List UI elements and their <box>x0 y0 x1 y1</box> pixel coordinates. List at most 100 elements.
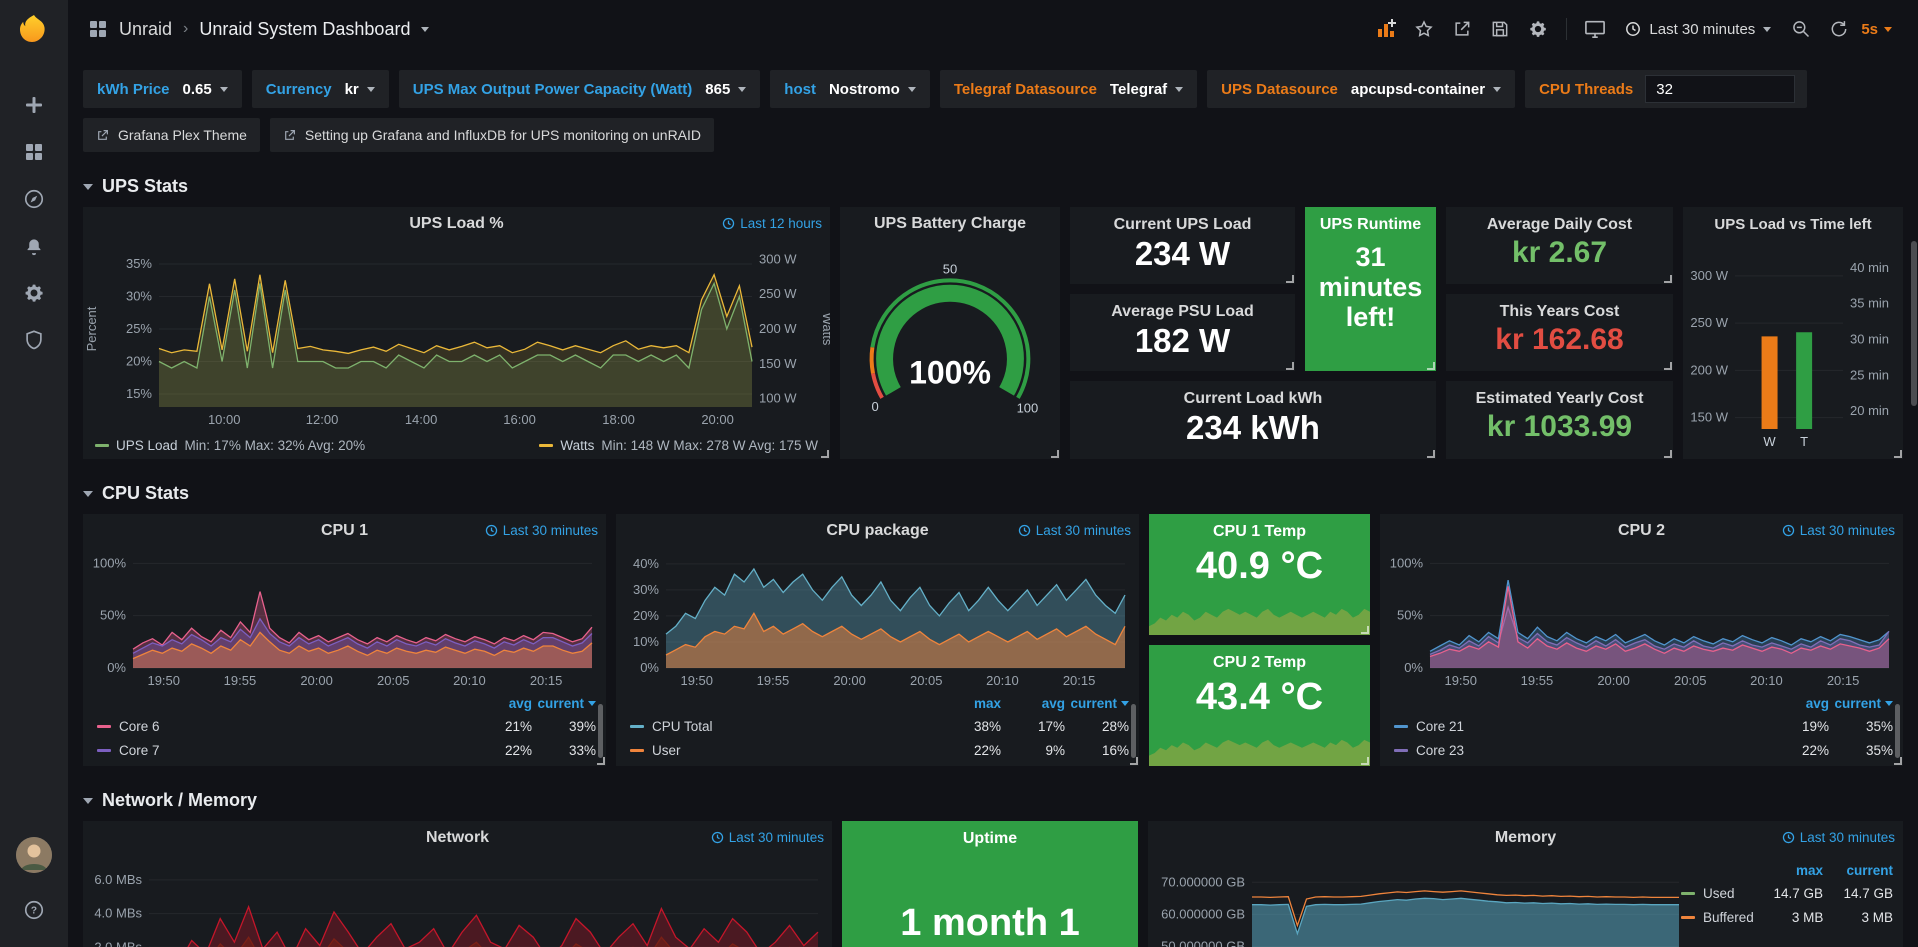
variable-value[interactable]: apcupsd-container <box>1348 81 1511 98</box>
refresh-interval-dropdown[interactable]: 5s <box>1859 21 1902 38</box>
dashboard-link[interactable]: Grafana Plex Theme <box>83 118 260 152</box>
network-chart[interactable]: 2.0 MBs4.0 MBs6.0 MBs <box>83 855 832 947</box>
panel-resize-handle[interactable] <box>1427 362 1435 370</box>
configuration-icon[interactable] <box>11 271 57 315</box>
legend-series[interactable]: Buffered3 MB3 MB <box>1681 905 1893 929</box>
panel-title[interactable]: CPU 2 Temp <box>1149 654 1370 672</box>
legend-column-current[interactable]: current <box>1823 863 1893 878</box>
variable-value[interactable]: Nostromo <box>826 81 926 98</box>
cycle-view-icon[interactable] <box>1577 12 1613 46</box>
panel-title[interactable]: Average Daily Cost <box>1446 216 1673 234</box>
alerting-icon[interactable] <box>11 224 57 268</box>
variable-kwh-price[interactable]: kWh Price0.65 <box>83 70 242 108</box>
panel-title[interactable]: UPS Load % <box>409 215 503 233</box>
variable-value[interactable]: Telegraf <box>1107 81 1193 98</box>
legend-scrollbar[interactable] <box>1895 704 1900 758</box>
panel-resize-handle[interactable] <box>821 450 829 458</box>
memory-chart[interactable]: 50.000000 GB60.000000 GB70.000000 GB <box>1148 855 1687 947</box>
dashboards-icon[interactable] <box>11 130 57 174</box>
panel-resize-handle[interactable] <box>1427 450 1435 458</box>
star-icon[interactable] <box>1406 12 1442 46</box>
legend-scrollbar[interactable] <box>1131 704 1136 758</box>
dashboard-scroll-area[interactable]: kWh Price0.65 Currencykr UPS Max Output Po… <box>68 58 1918 947</box>
legend-series[interactable]: Used14.7 GB14.7 GB <box>1681 881 1893 905</box>
panel-title[interactable]: CPU 2 <box>1618 522 1665 540</box>
panel-resize-handle[interactable] <box>1664 275 1672 283</box>
legend-column-current[interactable]: current <box>1829 696 1893 711</box>
panel-title[interactable]: Average PSU Load <box>1070 303 1295 321</box>
share-icon[interactable] <box>1444 12 1480 46</box>
help-icon[interactable]: ? <box>11 888 57 932</box>
panel-resize-handle[interactable] <box>597 757 605 765</box>
zoom-out-icon[interactable] <box>1783 12 1819 46</box>
create-icon[interactable] <box>11 83 57 127</box>
variable-telegraf-datasource[interactable]: Telegraf DatasourceTelegraf <box>940 70 1197 108</box>
save-icon[interactable] <box>1482 12 1518 46</box>
panel-title[interactable]: CPU 1 Temp <box>1149 523 1370 541</box>
load-vs-time-chart[interactable]: 150 W200 W250 W300 W20 min25 min30 min35… <box>1683 241 1903 459</box>
section-ups-stats[interactable]: UPS Stats <box>83 176 1903 197</box>
cpu1-chart[interactable]: 0%50%100%19:5019:5520:0020:0520:1020:15 <box>83 548 606 692</box>
legend-column-max[interactable]: max <box>1753 863 1823 878</box>
panel-resize-handle[interactable] <box>1894 757 1902 765</box>
legend-series[interactable]: Core 2322%35% <box>1394 738 1893 762</box>
legend-series[interactable]: UPS LoadMin: 17% Max: 32% Avg: 20% <box>95 438 365 453</box>
ups-load-chart[interactable]: 15%20%25%30%35%100 W150 W200 W250 W300 W… <box>83 241 830 433</box>
variable-value[interactable]: 0.65 <box>180 81 238 98</box>
grafana-logo-icon[interactable] <box>15 12 53 50</box>
server-admin-icon[interactable] <box>11 318 57 362</box>
legend-scrollbar[interactable] <box>598 704 603 758</box>
panel-resize-handle[interactable] <box>1286 275 1294 283</box>
panel-resize-handle[interactable] <box>1361 626 1369 634</box>
dashboard-link[interactable]: Setting up Grafana and InfluxDB for UPS … <box>270 118 714 152</box>
legend-series[interactable]: CPU Total38%17%28% <box>630 714 1129 738</box>
legend-column-current[interactable]: current <box>532 696 596 711</box>
variable-value[interactable]: 865 <box>702 81 756 98</box>
panel-resize-handle[interactable] <box>1361 757 1369 765</box>
section-network-memory[interactable]: Network / Memory <box>83 790 1903 811</box>
panel-title[interactable]: UPS Runtime <box>1305 216 1436 234</box>
refresh-icon[interactable] <box>1821 12 1857 46</box>
panel-title[interactable]: This Years Cost <box>1446 303 1673 321</box>
panel-resize-handle[interactable] <box>1130 757 1138 765</box>
panel-resize-handle[interactable] <box>1664 450 1672 458</box>
legend-column-avg[interactable]: avg <box>1765 696 1829 711</box>
panel-title[interactable]: UPS Battery Charge <box>874 215 1026 233</box>
user-avatar[interactable] <box>16 837 52 873</box>
panel-resize-handle[interactable] <box>1286 362 1294 370</box>
variable-ups-datasource[interactable]: UPS Datasourceapcupsd-container <box>1207 70 1515 108</box>
page-scrollbar[interactable] <box>1911 241 1917 406</box>
cpu2-chart[interactable]: 0%50%100%19:5019:5520:0020:0520:1020:15 <box>1380 548 1903 692</box>
legend-column-current[interactable]: current <box>1065 696 1129 711</box>
variable-currency[interactable]: Currencykr <box>252 70 389 108</box>
panel-resize-handle[interactable] <box>1664 362 1672 370</box>
panel-title[interactable]: Estimated Yearly Cost <box>1446 390 1673 408</box>
legend-series[interactable]: Core 2119%35% <box>1394 714 1893 738</box>
legend-column-max[interactable]: max <box>937 696 1001 711</box>
legend-column-avg[interactable]: avg <box>468 696 532 711</box>
cpu-package-chart[interactable]: 0%10%20%30%40%19:5019:5520:0020:0520:102… <box>616 548 1139 692</box>
breadcrumb-dashboard-title[interactable]: Unraid System Dashboard <box>199 19 410 40</box>
legend-series[interactable]: User22%9%16% <box>630 738 1129 762</box>
variable-cpu-threads[interactable]: CPU Threads <box>1525 70 1807 108</box>
panel-resize-handle[interactable] <box>1894 450 1902 458</box>
time-range-picker[interactable]: Last 30 minutes <box>1615 12 1781 46</box>
panel-title[interactable]: Memory <box>1495 829 1556 847</box>
panel-title[interactable]: Current Load kWh <box>1070 390 1436 408</box>
panel-title[interactable]: Uptime <box>842 830 1138 848</box>
legend-column-avg[interactable]: avg <box>1001 696 1065 711</box>
panel-title[interactable]: CPU package <box>826 522 928 540</box>
add-panel-button[interactable] <box>1368 12 1404 46</box>
chevron-down-icon[interactable] <box>421 27 429 32</box>
legend-series[interactable]: WattsMin: 148 W Max: 278 W Avg: 175 W <box>539 438 818 453</box>
dashboard-settings-icon[interactable] <box>1520 12 1556 46</box>
section-cpu-stats[interactable]: CPU Stats <box>83 483 1903 504</box>
panel-resize-handle[interactable] <box>1051 450 1059 458</box>
legend-series[interactable]: Core 722%33% <box>97 738 596 762</box>
variable-value[interactable]: kr <box>342 81 385 98</box>
variable-input[interactable] <box>1645 75 1795 103</box>
panel-title[interactable]: Network <box>426 829 489 847</box>
variable-ups-max-output-power-capacity-watt-[interactable]: UPS Max Output Power Capacity (Watt)865 <box>399 70 761 108</box>
variable-host[interactable]: hostNostromo <box>770 70 930 108</box>
explore-icon[interactable] <box>11 177 57 221</box>
